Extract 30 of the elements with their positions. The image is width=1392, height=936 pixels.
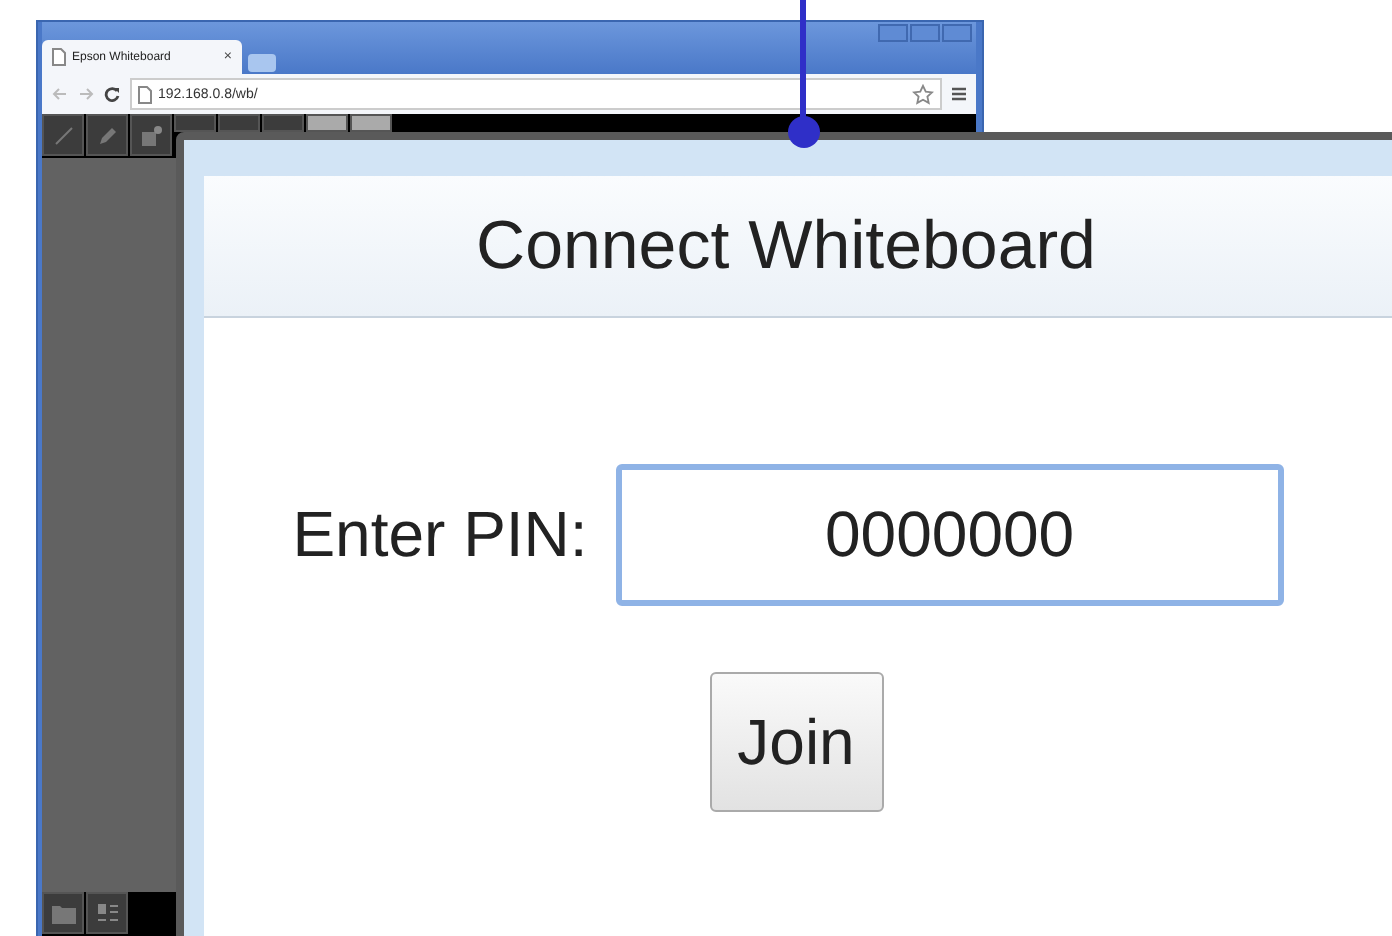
pin-label: Enter PIN: <box>292 498 588 572</box>
tool-button[interactable] <box>306 114 348 132</box>
new-tab-button[interactable] <box>248 54 276 72</box>
menu-icon[interactable] <box>952 86 966 102</box>
tool-button[interactable] <box>262 114 304 132</box>
line-icon <box>51 123 75 147</box>
pencil-icon <box>95 123 119 147</box>
minimize-button[interactable] <box>878 24 908 42</box>
pen-tool-button[interactable] <box>42 114 84 156</box>
page-icon <box>52 48 66 66</box>
image-icon <box>139 123 163 147</box>
forward-icon[interactable] <box>78 86 94 102</box>
pin-input-field[interactable]: 0000000 <box>615 464 1284 606</box>
page-icon <box>138 85 152 103</box>
pencil-tool-button[interactable] <box>86 114 128 156</box>
join-button[interactable]: Join <box>709 672 883 812</box>
tool-button[interactable] <box>218 114 260 132</box>
reload-icon[interactable] <box>104 86 120 102</box>
folder-button[interactable] <box>42 892 84 934</box>
tool-button[interactable] <box>174 114 216 132</box>
image-tool-button[interactable] <box>130 114 172 156</box>
close-button[interactable] <box>942 24 972 42</box>
tool-button[interactable] <box>350 114 392 132</box>
maximize-button[interactable] <box>910 24 940 42</box>
back-icon[interactable] <box>52 86 68 102</box>
folder-icon <box>51 903 75 923</box>
dialog-title: Connect Whiteboard <box>476 207 1096 285</box>
star-icon[interactable] <box>912 83 934 105</box>
layout-button[interactable] <box>86 892 128 934</box>
grid-icon <box>95 901 119 925</box>
